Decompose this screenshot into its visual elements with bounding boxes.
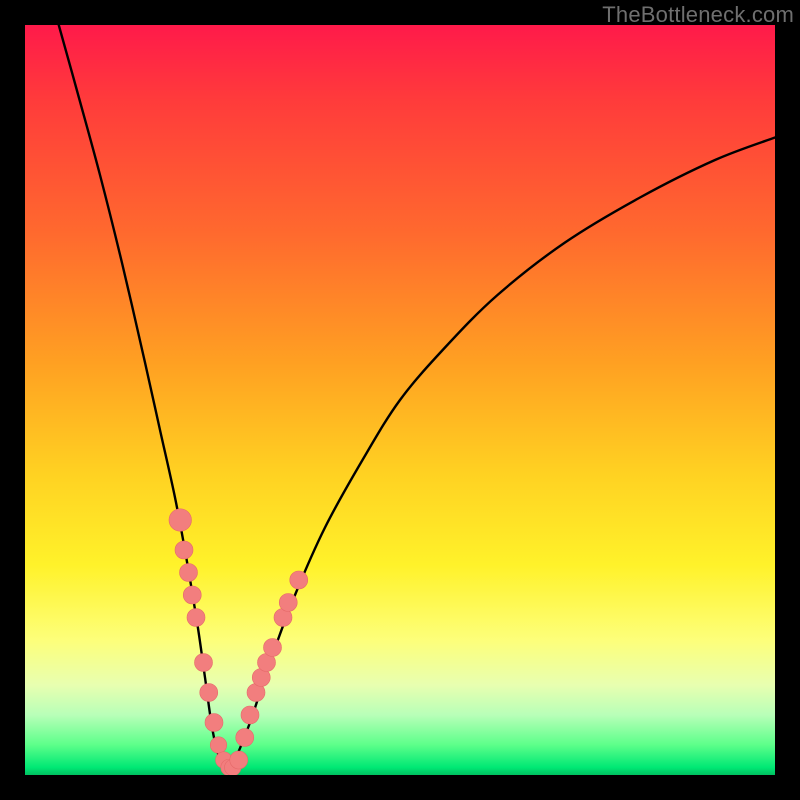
bottleneck-curve bbox=[59, 25, 775, 775]
data-marker bbox=[195, 654, 213, 672]
data-marker bbox=[230, 751, 248, 769]
curve-layer bbox=[25, 25, 775, 775]
data-marker bbox=[187, 609, 205, 627]
data-marker bbox=[200, 684, 218, 702]
data-marker bbox=[183, 586, 201, 604]
data-marker bbox=[279, 594, 297, 612]
data-marker bbox=[236, 729, 254, 747]
data-marker bbox=[241, 706, 259, 724]
data-marker bbox=[169, 509, 192, 532]
data-marker bbox=[290, 571, 308, 589]
plot-area bbox=[25, 25, 775, 775]
data-marker bbox=[210, 737, 227, 754]
data-marker bbox=[264, 639, 282, 657]
data-marker bbox=[180, 564, 198, 582]
chart-frame: TheBottleneck.com bbox=[0, 0, 800, 800]
data-marker bbox=[175, 541, 193, 559]
data-marker bbox=[205, 714, 223, 732]
marker-group bbox=[169, 509, 308, 775]
